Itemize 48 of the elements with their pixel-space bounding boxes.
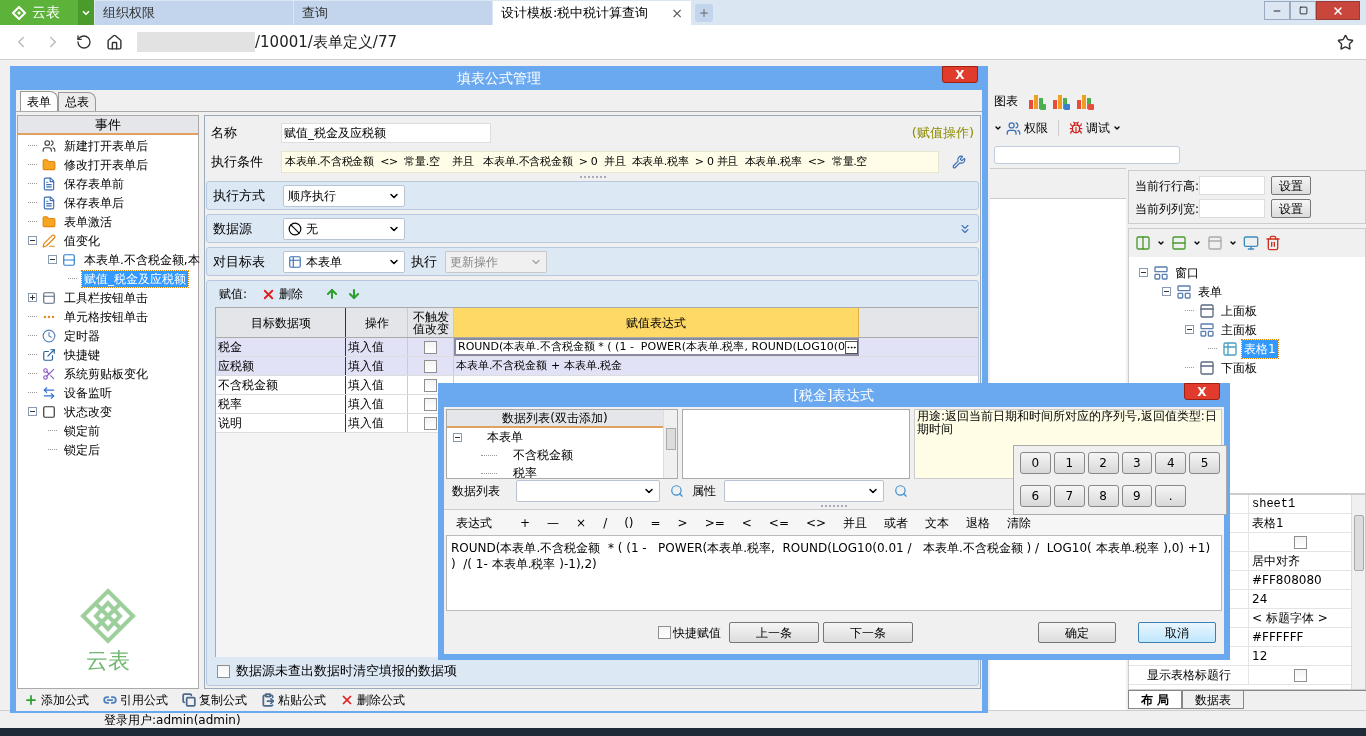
field-label: 属性 [692, 483, 716, 500]
table-cell-text: 填入值 [348, 396, 384, 413]
table-cell-text: 税率 [218, 396, 242, 413]
section-label: 赋值: [219, 286, 248, 303]
property-value: < 标题字体 > [1252, 610, 1328, 627]
table-cell-text: 税金 [218, 339, 242, 356]
toolbar-label: 表达式 [456, 514, 492, 532]
table-cell-text: 不含税金额 [218, 377, 278, 394]
field-label: 执行方式 [213, 186, 266, 205]
field-label: 对目标表 [213, 252, 266, 271]
column-header: 操作 [346, 308, 408, 337]
table-cell-text: 填入值 [348, 358, 384, 375]
table-cell-text: 填入值 [348, 377, 384, 394]
field-label: 执行 [411, 252, 437, 271]
field-label: 当前列列宽: [1135, 200, 1200, 218]
list-header: 数据列表(双击添加) [447, 410, 663, 428]
column-header: 目标数据项 [216, 308, 346, 337]
logo-text: 云表 [86, 648, 130, 674]
window-title: [税金]表达式 [793, 385, 875, 405]
table-cell-text: ROUND(本表单.不含税金额 * ( (1 - POWER(本表单.税率, ROUND(LOG10(0 [458, 338, 845, 355]
toolbar-label: 图表 [994, 93, 1018, 110]
field-label: 数据列表 [452, 483, 501, 500]
field-label: 数据源 [213, 219, 253, 238]
property-value: 12 [1252, 648, 1268, 665]
field-label: 名称 [211, 124, 238, 143]
condition-text: 本表单.不含税金额 <> 常量.空 并且 本表单.不含税金额 > 0 并且 本表单.税率 > 0 并且 本表单.税率 <> 常量.空 [285, 155, 868, 169]
table-cell-text: 应税额 [218, 358, 254, 375]
table-cell-text: 本表单.不含税金额 + 本表单.税金 [456, 357, 624, 374]
checkbox-label: 快捷赋值 [673, 624, 721, 642]
property-value: #FF808080 [1252, 572, 1322, 589]
status-text: 登录用户:admin(admin) [104, 713, 241, 727]
table-cell-text: 填入值 [348, 415, 384, 432]
checkbox-label: 数据源未查出数据时清空填报的数据项 [236, 662, 457, 681]
window-title: 填表公式管理 [457, 68, 541, 88]
column-header: 赋值表达式 [454, 308, 859, 337]
property-value: 表格1 [1252, 515, 1284, 532]
panel-header: 事件 [18, 116, 198, 135]
operation-type: (赋值操作) [911, 124, 974, 143]
description-text: 用途:返回当前日期和时间所对应的序列号,返回值类型:日期时间 [916, 410, 1218, 436]
property-name: 显示表格标题行 [1146, 667, 1231, 684]
field-label: 执行条件 [211, 153, 264, 172]
field-label: 当前行行高: [1135, 177, 1200, 195]
table-cell-text: 填入值 [348, 339, 384, 356]
table-cell-text: 说明 [218, 415, 242, 432]
property-value: 居中对齐 [1252, 553, 1300, 570]
property-value: #FFFFFF [1252, 629, 1304, 646]
property-value: sheet1 [1252, 496, 1296, 513]
property-value: 24 [1252, 591, 1268, 608]
